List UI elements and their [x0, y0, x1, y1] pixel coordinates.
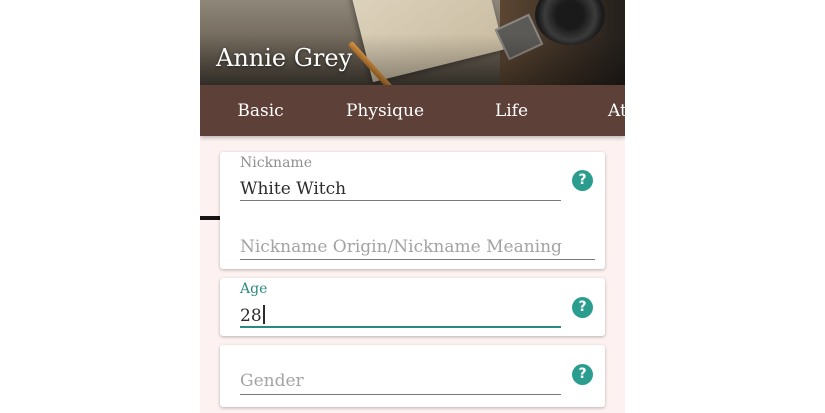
text-cursor — [262, 305, 265, 324]
header-gradient — [200, 0, 625, 85]
nickname-origin-input[interactable]: Nickname Origin/Nickname Meaning — [240, 237, 562, 257]
header-image: Annie Grey — [200, 0, 625, 85]
nickname-card: Nickname White Witch ? Nickname Origin/N… — [220, 152, 605, 269]
age-card: Age 28 ? — [220, 278, 605, 336]
tab-attributes-partial[interactable]: At — [608, 85, 625, 136]
tab-life[interactable]: Life — [449, 85, 574, 136]
tab-physique[interactable]: Physique — [321, 85, 449, 136]
gender-help-icon[interactable]: ? — [572, 364, 593, 385]
tab-basic[interactable]: Basic — [200, 85, 321, 136]
nickname-underline — [240, 200, 561, 201]
character-editor: Annie Grey Basic Physique Life At Nickna… — [200, 0, 625, 413]
nickname-origin-underline — [240, 259, 595, 260]
character-name: Annie Grey — [216, 44, 353, 72]
age-help-icon[interactable]: ? — [572, 297, 593, 318]
age-input[interactable]: 28 — [240, 305, 265, 326]
gender-input[interactable]: Gender — [240, 371, 304, 391]
age-underline-focused — [240, 326, 561, 328]
age-label: Age — [240, 281, 268, 297]
nickname-help-icon[interactable]: ? — [572, 170, 593, 191]
tab-bar: Basic Physique Life At — [200, 85, 625, 220]
gender-underline — [240, 394, 561, 395]
gender-card: Gender ? — [220, 345, 605, 407]
nickname-input[interactable]: White Witch — [240, 179, 346, 199]
age-value: 28 — [240, 306, 262, 326]
nickname-label: Nickname — [240, 155, 312, 171]
